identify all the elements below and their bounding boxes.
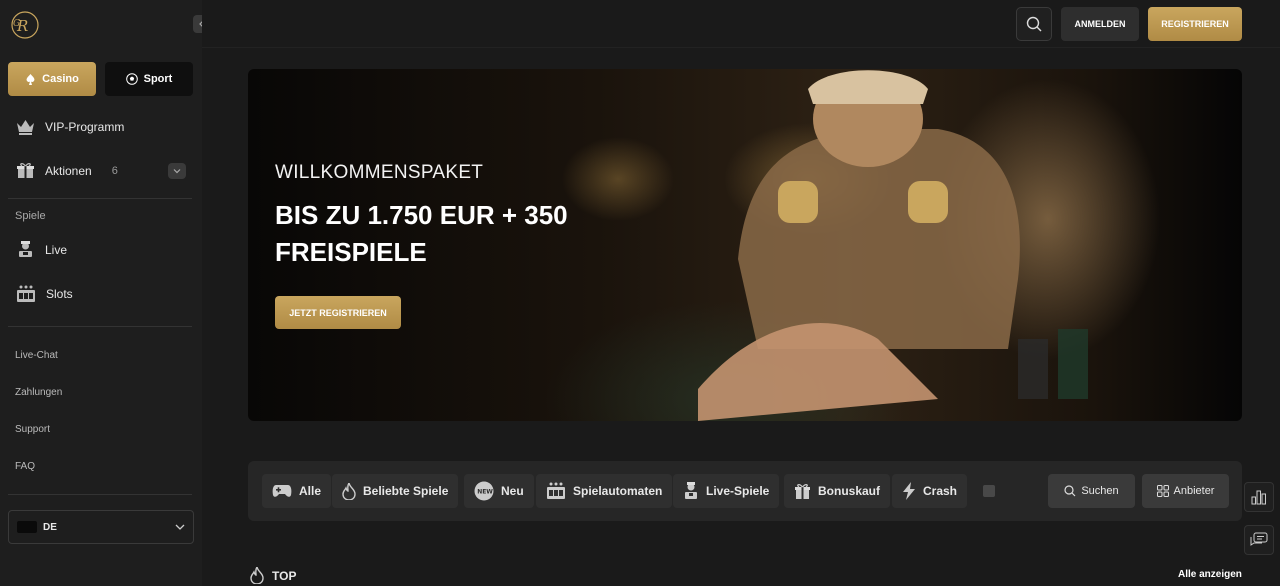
sidebar-divider xyxy=(8,198,192,199)
sidebar-item-vip-label: VIP-Programm xyxy=(45,120,125,134)
language-selector[interactable]: DE xyxy=(8,510,194,544)
sidebar-link-live-chat[interactable]: Live-Chat xyxy=(15,350,58,361)
soccer-ball-icon xyxy=(125,73,138,85)
gift-icon xyxy=(17,163,34,178)
header-search-button[interactable] xyxy=(1016,7,1052,41)
sidebar-item-slots-label: Slots xyxy=(46,287,73,301)
sidebar-item-live[interactable]: Live xyxy=(16,241,67,259)
category-all[interactable]: Alle xyxy=(262,474,332,508)
category-all-label: Alle xyxy=(299,484,322,498)
category-slots[interactable]: Spielautomaten xyxy=(536,474,673,508)
game-category-bar: Alle Beliebte Spiele NEW Neu Spielautoma… xyxy=(248,461,1242,521)
login-button[interactable]: ANMELDEN xyxy=(1061,7,1139,41)
search-icon xyxy=(1026,16,1042,32)
category-slots-label: Spielautomaten xyxy=(573,484,663,498)
gamepad-icon xyxy=(272,485,292,497)
sidebar-divider xyxy=(8,326,192,327)
chat-button[interactable] xyxy=(1244,525,1274,555)
chevron-down-icon xyxy=(173,169,181,174)
sidebar-link-payments[interactable]: Zahlungen xyxy=(15,387,62,398)
promotions-expand-button[interactable] xyxy=(168,163,186,179)
sidebar-item-promotions[interactable]: Aktionen 6 xyxy=(16,162,118,179)
sidebar-item-live-label: Live xyxy=(45,243,68,257)
slot-machine-icon xyxy=(547,482,565,499)
category-popular-label: Beliebte Spiele xyxy=(363,484,449,498)
welcome-banner[interactable]: WILLKOMMENSPAKET BIS ZU 1.750 EUR + 350 … xyxy=(248,69,1242,421)
gift-icon xyxy=(795,483,810,499)
dealer-icon xyxy=(685,482,697,499)
language-label: DE xyxy=(43,521,57,533)
category-new[interactable]: NEW Neu xyxy=(464,474,534,508)
category-live-games[interactable]: Live-Spiele xyxy=(673,474,780,508)
register-button[interactable]: REGISTRIEREN xyxy=(1148,7,1242,41)
fire-icon xyxy=(342,482,356,500)
sidebar-item-promotions-label: Aktionen xyxy=(45,163,92,178)
sidebar-item-vip[interactable]: VIP-Programm xyxy=(16,119,124,135)
banner-headline: BIS ZU 1.750 EUR + 350 FREISPIELE xyxy=(275,197,635,271)
category-live-games-label: Live-Spiele xyxy=(706,484,770,498)
promotions-count-badge: 6 xyxy=(111,164,118,177)
sport-mode-button[interactable]: Sport xyxy=(105,62,193,96)
flag-icon xyxy=(17,521,37,533)
top-games-heading: TOP xyxy=(250,567,296,584)
category-bonus-buy-label: Bonuskauf xyxy=(818,484,881,498)
banner-headline-line2: FREISPIELE xyxy=(275,237,427,267)
game-search-label: Suchen xyxy=(1081,485,1119,497)
category-popular[interactable]: Beliebte Spiele xyxy=(332,474,459,508)
chat-bubbles-icon xyxy=(1250,532,1268,546)
sidebar-item-slots[interactable]: Slots xyxy=(16,285,73,303)
banner-register-button[interactable]: JETZT REGISTRIEREN xyxy=(275,296,401,329)
stats-button[interactable] xyxy=(1244,482,1274,512)
spade-icon xyxy=(26,73,35,85)
casino-mode-label: Casino xyxy=(42,73,79,85)
see-all-link[interactable]: Alle anzeigen xyxy=(1178,569,1242,580)
sport-mode-label: Sport xyxy=(143,73,173,85)
crown-icon xyxy=(17,120,34,135)
banner-promo-image xyxy=(698,70,1088,421)
banner-headline-line1: BIS ZU 1.750 EUR + 350 xyxy=(275,200,568,230)
game-search-button[interactable]: Suchen xyxy=(1048,474,1135,508)
category-bonus-buy[interactable]: Bonuskauf xyxy=(784,474,891,508)
new-badge-icon: NEW xyxy=(474,481,494,501)
top-header: ANMELDEN REGISTRIEREN xyxy=(202,0,1280,48)
banner-title: WILLKOMMENSPAKET xyxy=(275,162,484,183)
svg-text:NEW: NEW xyxy=(477,489,493,496)
logo-icon[interactable]: R G xyxy=(8,10,42,40)
top-games-label: TOP xyxy=(272,568,297,583)
svg-text:G: G xyxy=(13,19,20,29)
category-new-label: Neu xyxy=(501,484,524,498)
sidebar-divider xyxy=(8,494,192,495)
lightning-icon xyxy=(903,482,915,500)
chevron-down-icon xyxy=(175,524,185,530)
category-crash[interactable]: Crash xyxy=(892,474,968,508)
fire-icon xyxy=(250,567,264,584)
grid-icon xyxy=(1156,485,1169,497)
dealer-icon xyxy=(19,241,32,257)
games-section-label: Spiele xyxy=(15,210,46,222)
sidebar: R G Casino Sport VIP-Programm Aktionen 6… xyxy=(0,0,211,586)
sidebar-link-support[interactable]: Support xyxy=(15,424,50,435)
category-crash-label: Crash xyxy=(923,484,958,498)
providers-button[interactable]: Anbieter xyxy=(1142,474,1229,508)
sidebar-link-faq[interactable]: FAQ xyxy=(15,461,35,472)
providers-label: Anbieter xyxy=(1173,485,1215,497)
casino-mode-button[interactable]: Casino xyxy=(8,62,96,96)
more-categories-icon xyxy=(983,485,995,497)
search-icon xyxy=(1064,485,1076,497)
bar-chart-icon xyxy=(1251,490,1266,505)
slot-machine-icon xyxy=(17,285,35,302)
